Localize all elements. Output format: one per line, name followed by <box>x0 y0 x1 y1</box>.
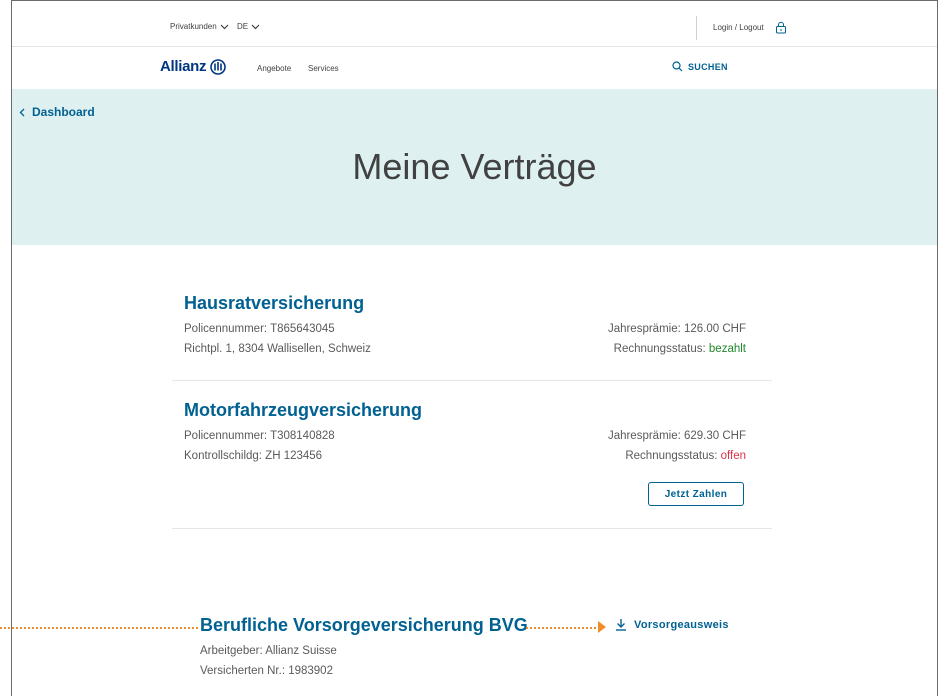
policy-number: Policennummer: T865643045 <box>184 323 335 335</box>
login-label: Login / Logout <box>713 23 764 32</box>
download-icon <box>616 619 626 631</box>
search-icon <box>672 61 683 72</box>
nav-link-angebote[interactable]: Angebote <box>257 64 291 73</box>
brand-name: Allianz <box>160 58 207 75</box>
contract-title[interactable]: Hausratversicherung <box>184 293 364 314</box>
invoice-status-label: Rechnungsstatus: <box>625 450 721 462</box>
download-vorsorgeausweis-link[interactable]: Vorsorgeausweis <box>615 618 729 631</box>
contract-title[interactable]: Motorfahrzeugversicherung <box>184 400 422 421</box>
pay-now-button[interactable]: Jetzt Zahlen <box>648 482 744 506</box>
employer-info: Arbeitgeber: Allianz Suisse <box>200 645 337 657</box>
lock-icon <box>775 21 786 34</box>
policy-number: Policennummer: T308140828 <box>184 430 335 442</box>
insured-number: Versicherten Nr.: 1983902 <box>200 665 333 677</box>
status-badge-open: offen <box>720 450 746 462</box>
annual-premium: Jahresprämie: 126.00 CHF <box>607 323 746 335</box>
nav-link-services[interactable]: Services <box>308 64 339 73</box>
chevron-down-icon <box>251 24 260 29</box>
page-title: Meine Verträge <box>352 146 597 187</box>
segment-label: Privatkunden <box>170 22 217 31</box>
chevron-down-icon <box>220 24 229 29</box>
topbar-divider <box>696 16 697 40</box>
main-navigation: Allianz Angebote Services SUCHEN <box>12 47 937 89</box>
annotation-dotted-line <box>0 627 198 629</box>
invoice-status-label: Rechnungsstatus: <box>613 343 709 355</box>
download-label: Vorsorgeausweis <box>634 618 729 631</box>
contract-divider <box>172 528 772 529</box>
invoice-status: Rechnungsstatus: bezahlt <box>614 343 746 355</box>
language-label: DE <box>237 22 249 31</box>
invoice-status: Rechnungsstatus: offen <box>625 450 746 462</box>
back-to-dashboard-link[interactable]: Dashboard <box>19 105 95 119</box>
bvg-title[interactable]: Berufliche Vorsorgeversicherung BVG <box>200 615 528 636</box>
utility-bar: Privatkunden DE Login / Logout <box>12 10 937 47</box>
annotation-dotted-line <box>526 627 596 629</box>
annual-premium: Jahresprämie: 629.30 CHF <box>607 430 746 442</box>
annotation-arrow-icon <box>598 621 606 633</box>
allianz-eagle-icon <box>210 58 227 75</box>
language-dropdown[interactable]: DE <box>237 22 260 31</box>
page-header: Dashboard Meine Verträge <box>12 89 937 245</box>
login-logout-link[interactable]: Login / Logout <box>713 21 787 34</box>
allianz-logo[interactable]: Allianz <box>160 58 227 75</box>
segment-dropdown[interactable]: Privatkunden <box>170 22 229 31</box>
status-badge-paid: bezahlt <box>708 343 746 355</box>
window-frame-right <box>937 0 938 696</box>
search-button[interactable]: SUCHEN <box>672 61 728 72</box>
license-plate: Kontrollschildg: ZH 123456 <box>184 450 323 462</box>
contract-divider <box>172 380 772 381</box>
contract-address: Richtpl. 1, 8304 Wallisellen, Schweiz <box>184 343 371 355</box>
chevron-left-icon <box>19 108 25 116</box>
back-label: Dashboard <box>32 105 95 119</box>
search-label: SUCHEN <box>688 61 728 72</box>
